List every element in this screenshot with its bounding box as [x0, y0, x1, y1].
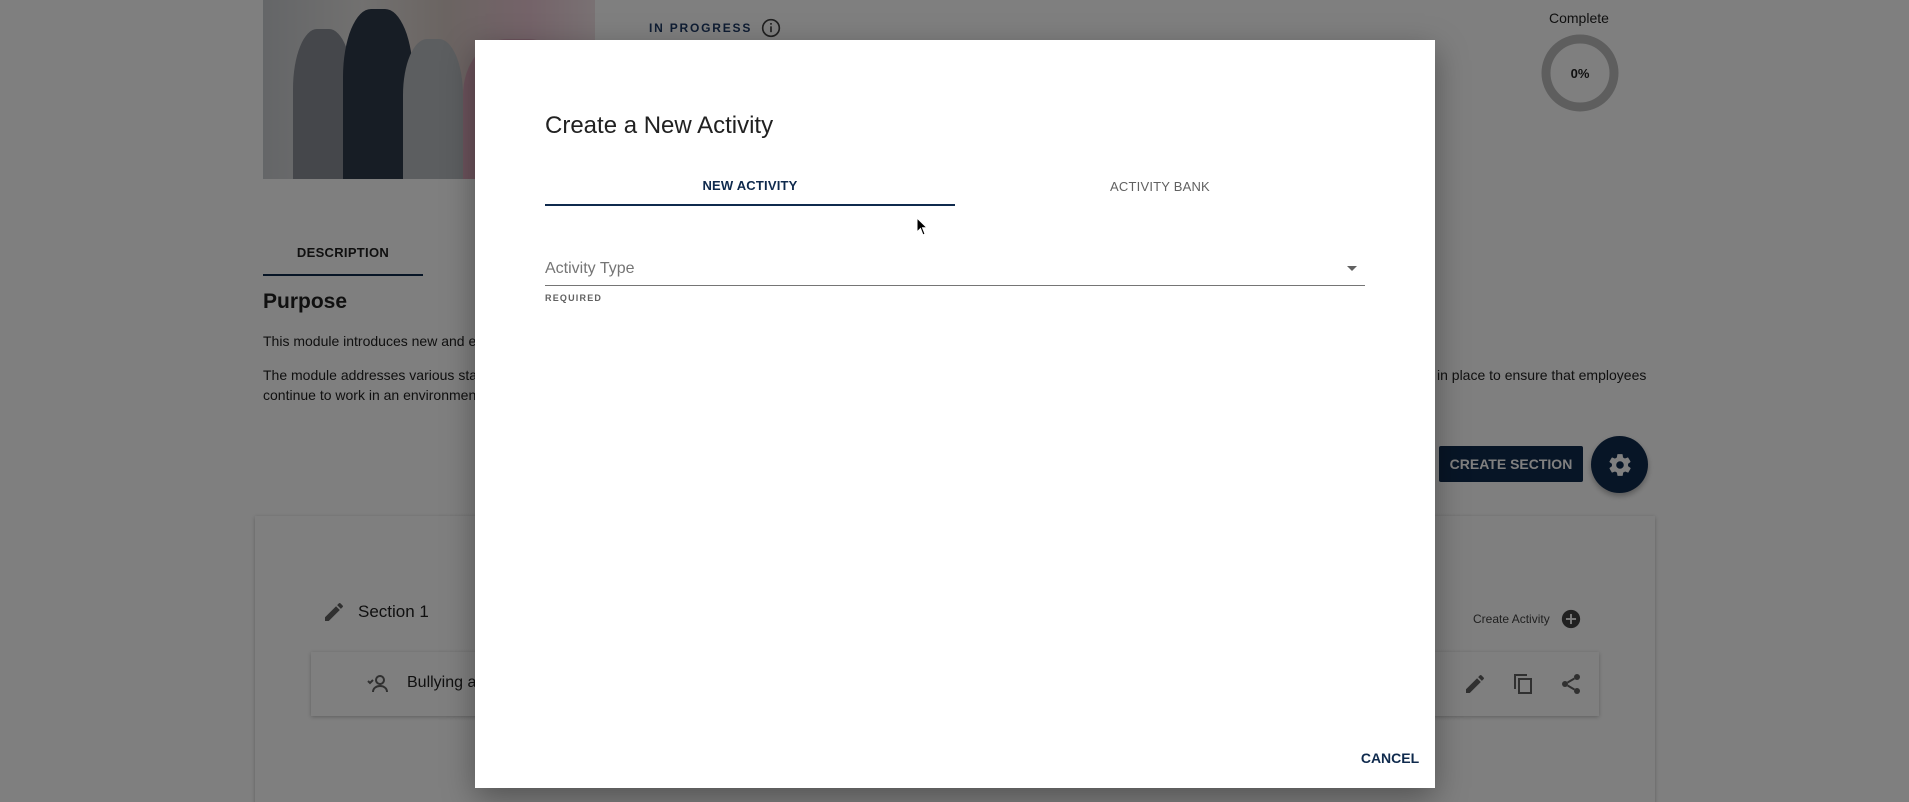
tab-activity-bank[interactable]: ACTIVITY BANK: [955, 166, 1365, 206]
caret-down-icon: [1347, 266, 1357, 271]
activity-type-placeholder: Activity Type: [545, 260, 635, 277]
mouse-cursor-icon: [916, 217, 929, 236]
dialog-title: Create a New Activity: [545, 112, 774, 139]
activity-type-select[interactable]: Activity Type: [545, 256, 1365, 286]
cancel-button[interactable]: CANCEL: [1355, 740, 1425, 776]
dialog-tabs: NEW ACTIVITY ACTIVITY BANK: [545, 166, 1365, 206]
tab-new-activity[interactable]: NEW ACTIVITY: [545, 166, 955, 206]
required-helper: REQUIRED: [545, 293, 603, 303]
create-activity-dialog: Create a New Activity NEW ACTIVITY ACTIV…: [475, 40, 1435, 788]
page: IN PROGRESS Complete 0% DESCRIPTION Purp…: [0, 0, 1909, 802]
